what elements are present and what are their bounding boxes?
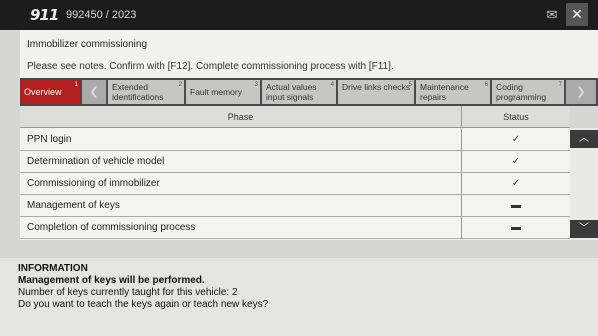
- phase-cell: Completion of commissioning process: [20, 217, 462, 239]
- tab-number: 5: [408, 82, 412, 88]
- tab-label: Fault memory: [190, 87, 242, 97]
- table-header: Phase Status: [20, 106, 570, 128]
- close-button[interactable]: ✕: [566, 3, 588, 26]
- tab-overview[interactable]: Overview 1: [20, 80, 80, 104]
- table-row[interactable]: Commissioning of immobilizer ✓: [20, 173, 570, 195]
- status-pending-icon: ▬: [511, 200, 521, 211]
- info-line: Number of keys currently taught for this…: [18, 287, 238, 298]
- scroll-up-chevron-icon[interactable]: ︿: [570, 130, 598, 148]
- tab-label: Drive links checks: [342, 82, 411, 92]
- page-title: Immobilizer commissioning: [27, 39, 148, 50]
- scrollbar[interactable]: ︿ ﹀: [570, 128, 598, 240]
- tab-label: Coding programming: [496, 82, 547, 102]
- instructions-text: Please see notes. Confirm with [F12]. Co…: [27, 61, 394, 72]
- table-row[interactable]: Completion of commissioning process ▬: [20, 217, 570, 239]
- tab-number: 1: [74, 82, 78, 88]
- tab-drive-links[interactable]: Drive links checks 5: [338, 80, 414, 104]
- table-row[interactable]: Management of keys ▬: [20, 195, 570, 217]
- status-pending-icon: ▬: [511, 222, 521, 233]
- tab-number: 3: [254, 82, 258, 88]
- phase-table: Phase Status PPN login ✓ Determination o…: [20, 106, 570, 240]
- phase-cell: PPN login: [20, 129, 462, 151]
- info-heading: INFORMATION: [18, 263, 88, 274]
- tab-label: Maintenance repairs: [420, 82, 469, 102]
- phase-cell: Commissioning of immobilizer: [20, 173, 462, 195]
- tab-number: 7: [558, 82, 562, 88]
- tab-bar: Overview 1 ❮ Extended identifications 2 …: [20, 78, 598, 106]
- tab-prev-arrow-icon[interactable]: ❮: [82, 80, 106, 104]
- tab-actual-values[interactable]: Actual values input signals 4: [262, 80, 336, 104]
- table-row[interactable]: Determination of vehicle model ✓: [20, 151, 570, 173]
- column-header-status: Status: [503, 112, 529, 122]
- mail-check-icon[interactable]: ✉: [540, 4, 564, 26]
- vehicle-id: 992450 / 2023: [66, 9, 137, 21]
- tab-extended-identifications[interactable]: Extended identifications 2: [108, 80, 184, 104]
- info-bold-line: Management of keys will be performed.: [18, 275, 205, 286]
- status-checkmark-icon: ✓: [511, 134, 521, 145]
- tab-number: 2: [178, 82, 182, 88]
- information-panel: INFORMATION Management of keys will be p…: [0, 258, 598, 336]
- info-line: Do you want to teach the keys again or t…: [18, 299, 269, 310]
- table-row[interactable]: PPN login ✓: [20, 129, 570, 151]
- top-bar: 911 992450 / 2023 ✉ ✕: [0, 0, 598, 30]
- tab-coding-programming[interactable]: Coding programming 7: [492, 80, 564, 104]
- phase-cell: Determination of vehicle model: [20, 151, 462, 173]
- tab-fault-memory[interactable]: Fault memory 3: [186, 80, 260, 104]
- phase-cell: Management of keys: [20, 195, 462, 217]
- tab-maintenance-repairs[interactable]: Maintenance repairs 6: [416, 80, 490, 104]
- status-checkmark-icon: ✓: [511, 156, 521, 167]
- scroll-down-chevron-icon[interactable]: ﹀: [570, 220, 598, 238]
- porsche-911-logo: 911: [30, 6, 59, 24]
- tab-number: 4: [330, 82, 334, 88]
- status-checkmark-icon: ✓: [511, 178, 521, 189]
- header-panel: Immobilizer commissioning Please see not…: [20, 30, 598, 78]
- tab-next-arrow-icon[interactable]: ❯: [566, 80, 596, 104]
- tab-label: Actual values input signals: [266, 82, 317, 102]
- column-header-phase: Phase: [20, 106, 462, 128]
- tab-label: Overview: [24, 87, 62, 97]
- tab-number: 6: [484, 82, 488, 88]
- tab-label: Extended identifications: [112, 82, 164, 102]
